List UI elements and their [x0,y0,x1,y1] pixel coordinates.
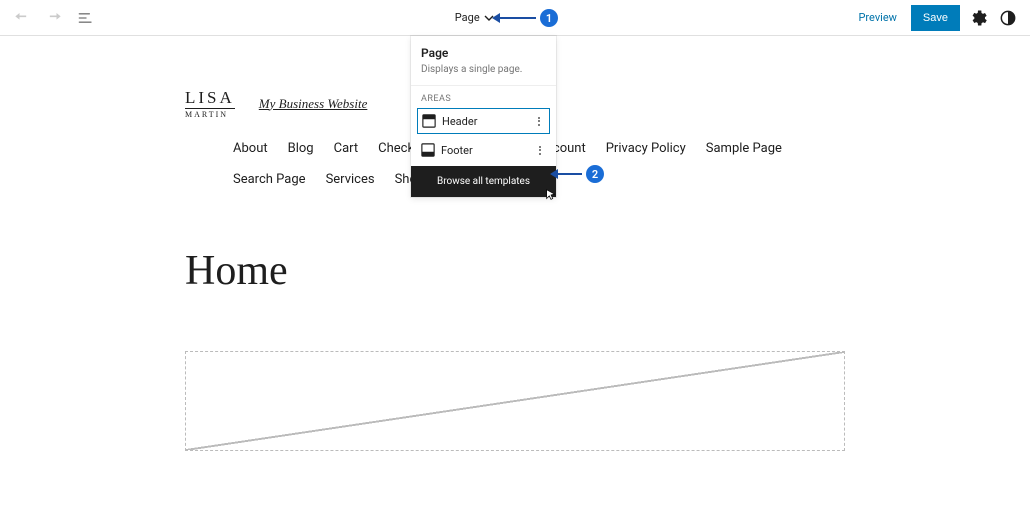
list-view-button[interactable] [74,6,98,30]
site-logo[interactable]: LISA MARTIN [185,88,235,119]
cursor-icon [544,188,558,202]
area-item-footer[interactable]: Footer [417,138,550,162]
area-item-label: Header [442,115,527,128]
settings-button[interactable] [966,6,990,30]
template-selector-label: Page [455,11,480,24]
content-placeholder-block[interactable] [185,351,845,451]
site-title[interactable]: My Business Website [259,96,368,112]
areas-section-label: AREAS [411,86,556,108]
editor-topbar: Page Preview Save [0,0,1030,36]
area-item-menu-button[interactable] [533,117,545,126]
nav-item[interactable]: About [233,141,268,156]
styles-button[interactable] [996,6,1020,30]
nav-item[interactable]: Services [326,172,375,187]
undo-icon [12,8,32,28]
nav-item[interactable]: Privacy Policy [606,141,686,156]
page-title[interactable]: Home [185,247,845,295]
nav-item[interactable]: Search Page [233,172,306,187]
undo-button[interactable] [10,6,34,30]
browse-all-templates-button[interactable]: Browse all templates [411,166,556,197]
preview-link[interactable]: Preview [850,5,904,30]
footer-icon [421,143,435,157]
template-dropdown: Page Displays a single page. AREAS Heade… [411,36,556,197]
save-button[interactable]: Save [911,5,960,31]
browse-all-label: Browse all templates [437,176,530,187]
topbar-left-tools [10,6,98,30]
redo-icon [44,8,64,28]
area-item-label: Footer [441,144,528,157]
template-dropdown-description: Displays a single page. [421,64,546,75]
topbar-center: Page [98,7,850,28]
site-logo-bottom: MARTIN [185,108,235,119]
contrast-icon [998,8,1018,28]
list-view-icon [76,8,96,28]
site-logo-top: LISA [185,88,235,108]
chevron-down-icon [484,13,494,23]
nav-item[interactable]: Blog [288,141,314,156]
nav-item[interactable]: Sample Page [706,141,782,156]
template-dropdown-header: Page Displays a single page. [411,36,556,86]
template-dropdown-title: Page [421,46,546,60]
gear-icon [968,8,988,28]
nav-item[interactable]: Cart [334,141,359,156]
template-selector[interactable]: Page [449,7,500,28]
area-item-menu-button[interactable] [534,146,546,155]
topbar-right-actions: Preview Save [850,5,1020,31]
area-item-header[interactable]: Header [417,108,550,134]
header-icon [422,114,436,128]
redo-button[interactable] [42,6,66,30]
